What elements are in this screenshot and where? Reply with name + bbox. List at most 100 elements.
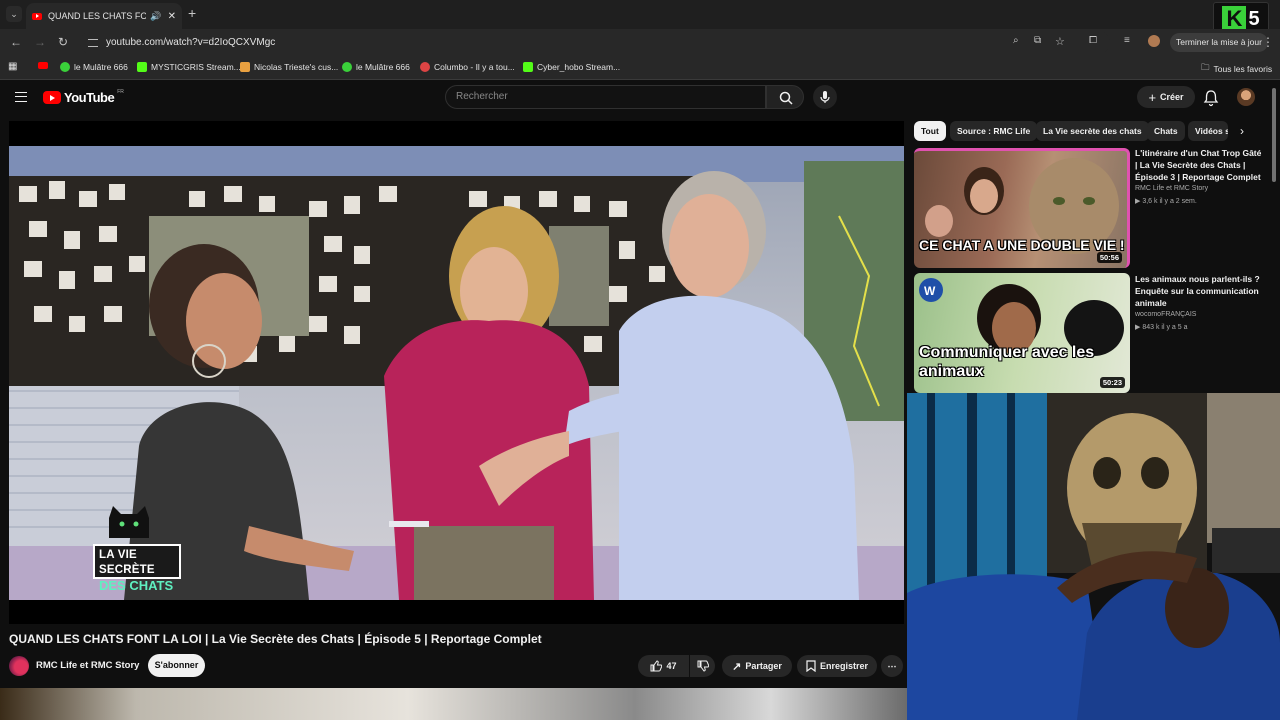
channel-name[interactable]: RMC Life et RMC Story	[36, 660, 139, 671]
bookmark-star-icon[interactable]: ☆	[1055, 35, 1065, 48]
all-bookmarks[interactable]: 🗀 Tous les favoris	[1201, 62, 1272, 76]
reading-list-icon[interactable]: ≡	[1124, 35, 1130, 46]
dislike-button[interactable]	[690, 655, 715, 677]
search-input[interactable]: Rechercher	[445, 85, 766, 109]
region-code: FR	[117, 88, 124, 95]
youtube-header: YouTube FR Rechercher + Créer	[0, 80, 1280, 117]
bookmark-label: Cyber_hobo Stream...	[537, 62, 621, 72]
play-circle-icon	[342, 62, 352, 72]
cat-favicon-icon	[240, 62, 250, 72]
related-title[interactable]: L'itinéraire d'un Chat Trop Gâté | La Vi…	[1135, 147, 1263, 183]
share-arrow-icon: ↗	[732, 660, 742, 673]
browser-menu-icon[interactable]: ⋮	[1262, 35, 1274, 49]
apps-grid-icon[interactable]: ▦	[8, 61, 17, 72]
globe-favicon-icon	[420, 62, 430, 72]
more-actions-button[interactable]: ⋯	[881, 655, 903, 677]
forward-arrow-icon[interactable]: →	[34, 35, 46, 49]
chip-chats[interactable]: Chats	[1147, 121, 1185, 141]
voice-search-button[interactable]	[813, 85, 837, 109]
bookmark-youtube[interactable]	[38, 62, 48, 69]
bookmark-item[interactable]: le Mulâtre 666	[342, 62, 410, 72]
related-views-age: 843 k il y a 5 a	[1142, 324, 1188, 331]
related-views-age: 3,6 k il y a 2 sem.	[1142, 198, 1197, 205]
like-button[interactable]: 47	[638, 655, 689, 677]
install-app-icon[interactable]: ⧉	[1034, 35, 1041, 46]
bell-icon	[1203, 90, 1219, 107]
bookmark-item[interactable]: Columbo - Il y a tou...	[420, 62, 515, 72]
microphone-icon	[820, 91, 830, 103]
bookmark-item[interactable]: MYSTICGRIS Stream...	[137, 62, 241, 72]
tab-search-chevron-icon[interactable]: ⌄	[6, 6, 22, 22]
video-player[interactable]: LA VIE SECRÈTE DES CHATS	[9, 121, 904, 624]
share-button[interactable]: ↗ Partager	[722, 655, 792, 677]
video-title: QUAND LES CHATS FONT LA LOI | La Vie Sec…	[9, 632, 542, 646]
svg-text:W: W	[924, 284, 936, 298]
bookmark-item[interactable]: Nicolas Trieste's cus...	[240, 62, 338, 72]
plus-icon: +	[1148, 89, 1157, 105]
kick-favicon-icon	[137, 62, 147, 72]
kick-favicon-icon	[523, 62, 533, 72]
chip-videos[interactable]: Vidéos s	[1188, 121, 1228, 141]
like-count: 47	[666, 661, 677, 671]
description-preview	[0, 688, 907, 720]
video-duration: 50:56	[1096, 252, 1122, 263]
show-badge: LA VIE SECRÈTE DES CHATS	[93, 544, 181, 593]
related-channel[interactable]: wocomoFRANÇAIS	[1135, 311, 1196, 318]
save-button[interactable]: Enregistrer	[797, 655, 877, 677]
bookmark-label: Nicolas Trieste's cus...	[254, 62, 339, 72]
chip-all[interactable]: Tout	[914, 121, 946, 141]
related-thumbnail[interactable]: CE CHAT A UNE DOUBLE VIE ! 50:56	[914, 148, 1130, 268]
chip-vie-secrete[interactable]: La Vie secrète des chats	[1036, 121, 1149, 141]
youtube-wordmark: YouTube	[64, 90, 115, 105]
create-button[interactable]: + Créer	[1137, 86, 1195, 108]
zoom-icon[interactable]: ⌕	[1013, 35, 1019, 46]
bookmark-item[interactable]: le Mulâtre 666	[60, 62, 128, 72]
youtube-play-icon	[43, 91, 61, 104]
notifications-button[interactable]	[1203, 89, 1219, 112]
update-button[interactable]: Terminer la mise à jour	[1170, 33, 1268, 52]
channel-avatar[interactable]	[9, 656, 29, 676]
chevron-right-icon[interactable]: ›	[1240, 124, 1244, 138]
bookmark-label: MYSTICGRIS Stream...	[151, 62, 241, 72]
menu-hamburger-icon[interactable]	[15, 92, 27, 102]
chip-source-rmc-life[interactable]: Source : RMC Life	[950, 121, 1038, 141]
save-bookmark-icon	[806, 660, 816, 672]
video-frame[interactable]: LA VIE SECRÈTE DES CHATS	[9, 146, 904, 600]
site-info-icon[interactable]	[88, 38, 98, 47]
profile-avatar-icon[interactable]	[1148, 35, 1160, 47]
address-bar[interactable]: youtube.com/watch?v=d2IoQCXVMgc	[80, 31, 1110, 54]
related-channel[interactable]: RMC Life et RMC Story	[1135, 185, 1208, 192]
share-label: Partager	[745, 661, 782, 671]
account-avatar[interactable]	[1237, 88, 1255, 106]
search-button[interactable]	[766, 85, 804, 109]
new-tab-plus-icon[interactable]: +	[188, 5, 196, 21]
extensions-icon[interactable]: ⧠	[1089, 35, 1097, 46]
bookmarks-bar: ▦ le Mulâtre 666 MYSTICGRIS Stream... Ni…	[0, 56, 1280, 80]
related-thumbnail[interactable]: W Communiquer avec les animaux 50:23	[914, 273, 1130, 393]
tab-title: QUAND LES CHATS FONT L	[48, 11, 147, 21]
related-title[interactable]: Les animaux nous parlent-ils ? Enquête s…	[1135, 273, 1263, 309]
youtube-favicon-icon	[32, 12, 42, 20]
folder-icon: 🗀	[1201, 62, 1210, 72]
subscribe-button[interactable]: S'abonner	[148, 654, 205, 677]
page-scrollbar[interactable]	[1272, 88, 1276, 182]
create-label: Créer	[1160, 92, 1184, 102]
browser-nav-bar: ← → ↻ youtube.com/watch?v=d2IoQCXVMgc ⌕ …	[0, 29, 1280, 56]
youtube-logo[interactable]: YouTube FR	[43, 88, 124, 105]
browser-tab-bar: ⌄ QUAND LES CHATS FONT L 🔊 ✕ +	[0, 0, 1280, 29]
close-tab-icon[interactable]: ✕	[168, 11, 176, 22]
bookmark-label: le Mulâtre 666	[74, 62, 128, 72]
bookmark-item[interactable]: Cyber_hobo Stream...	[523, 62, 620, 72]
reload-icon[interactable]: ↻	[58, 35, 68, 49]
related-meta: ▶ 3,6 k il y a 2 sem.	[1135, 198, 1197, 205]
browser-tab-active[interactable]: QUAND LES CHATS FONT L 🔊 ✕	[26, 3, 182, 29]
related-meta: ▶ 843 k il y a 5 a	[1135, 324, 1188, 331]
badge-line2: DES CHATS	[99, 578, 174, 593]
back-arrow-icon[interactable]: ←	[10, 35, 22, 49]
more-dots-icon: ⋯	[887, 660, 897, 671]
video-duration: 50:23	[1099, 377, 1125, 388]
speaker-icon[interactable]: 🔊	[150, 11, 161, 22]
webcam-overlay	[907, 393, 1280, 720]
video-scene	[9, 146, 904, 600]
bookmark-label: Columbo - Il y a tou...	[434, 62, 515, 72]
